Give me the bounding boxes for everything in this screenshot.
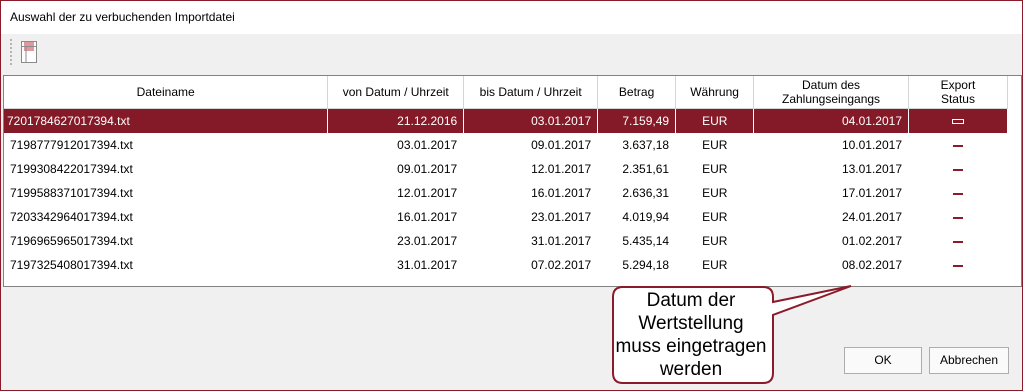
cell-dateiname: 7198777912017394.txt (10, 138, 133, 152)
cell-von-datum: 31.01.2017 (397, 258, 458, 272)
cell-von-datum: 23.01.2017 (397, 234, 458, 248)
callout-line2: Wertstellung (638, 313, 744, 334)
row-filler (1007, 205, 1020, 229)
cell-export-status (909, 157, 1008, 181)
header-export-line2: Status (940, 92, 975, 106)
export-status-icon (952, 168, 963, 171)
title-bar: Auswahl der zu verbuchenden Importdatei (1, 1, 1022, 34)
export-status-icon (951, 119, 964, 125)
cell-export-status (909, 133, 1008, 157)
table-row[interactable]: 7201784627017394.txt 21.12.2016 03.01.2017… (4, 108, 1021, 133)
export-status-icon (952, 144, 963, 147)
column-header-waehrung[interactable]: Währung (675, 76, 755, 109)
export-status-icon (952, 192, 963, 195)
column-header-zahlungseingang[interactable]: Datum des Zahlungseingangs (753, 76, 909, 109)
cell-bis-datum: 23.01.2017 (531, 210, 592, 224)
table-row[interactable]: 7199308422017394.txt 09.01.2017 12.01.2017… (4, 157, 1021, 181)
export-status-icon (952, 216, 963, 219)
column-header-bis-datum[interactable]: bis Datum / Uhrzeit (463, 76, 599, 109)
cell-waehrung: EUR (702, 138, 728, 152)
cell-betrag: 3.637,18 (622, 138, 670, 152)
row-filler (1007, 157, 1020, 181)
cell-betrag: 5.435,14 (622, 234, 670, 248)
column-header-von-datum[interactable]: von Datum / Uhrzeit (327, 76, 465, 109)
header-zahlung-line1: Datum des (802, 78, 861, 92)
export-status-icon (952, 240, 963, 243)
cell-bis-datum: 31.01.2017 (531, 234, 592, 248)
cell-bis-datum: 09.01.2017 (531, 138, 592, 152)
header-export-line1: Export (940, 78, 976, 92)
cell-waehrung: EUR (702, 162, 728, 176)
row-filler (1007, 181, 1020, 205)
callout-line1: Datum der (646, 290, 736, 311)
row-filler (1007, 133, 1020, 157)
header-zahlung-line2: Zahlungseingangs (781, 92, 881, 106)
document-list-icon[interactable] (19, 39, 39, 65)
toolbar-grip (10, 39, 12, 65)
cell-export-status (909, 253, 1008, 277)
cell-export-status (909, 205, 1008, 229)
cell-betrag: 7.159,49 (597, 108, 676, 133)
column-header-betrag[interactable]: Betrag (597, 76, 677, 109)
column-header-export-status[interactable]: Export Status (908, 76, 1008, 109)
callout-text: Datum der Wertstellung muss eingetragen … (611, 289, 771, 381)
table-row[interactable]: 7197325408017394.txt 31.01.2017 07.02.2017… (4, 253, 1021, 277)
header-filler (1007, 76, 1021, 109)
cell-waehrung: EUR (702, 210, 728, 224)
cell-von-datum: 12.01.2017 (397, 186, 458, 200)
table-header-row: Dateiname von Datum / Uhrzeit bis Datum … (4, 76, 1021, 109)
cell-von-datum: 16.01.2017 (397, 210, 458, 224)
cell-bis-datum: 16.01.2017 (531, 186, 592, 200)
cell-dateiname: 7203342964017394.txt (10, 210, 133, 224)
cell-bis-datum: 07.02.2017 (531, 258, 592, 272)
import-file-grid: Dateiname von Datum / Uhrzeit bis Datum … (3, 75, 1022, 287)
cell-export-status (909, 181, 1008, 205)
cell-zahlungseingang: 10.01.2017 (841, 138, 902, 152)
row-filler (1007, 229, 1020, 253)
import-dialog: Auswahl der zu verbuchenden Importdatei … (0, 0, 1023, 391)
export-status-icon (952, 264, 963, 267)
cell-waehrung: EUR (675, 108, 754, 133)
cell-dateiname: 7196965965017394.txt (10, 234, 133, 248)
callout-line4: werden (659, 359, 723, 380)
cell-zahlungseingang: 04.01.2017 (753, 108, 909, 133)
cell-zahlungseingang: 17.01.2017 (841, 186, 902, 200)
cell-von-datum: 03.01.2017 (397, 138, 458, 152)
table-row[interactable]: 7198777912017394.txt 03.01.2017 09.01.2017… (4, 133, 1021, 157)
dialog-title: Auswahl der zu verbuchenden Importdatei (10, 10, 235, 24)
cell-dateiname: 7197325408017394.txt (10, 258, 133, 272)
cell-bis-datum: 12.01.2017 (531, 162, 592, 176)
cell-zahlungseingang: 08.02.2017 (841, 258, 902, 272)
row-filler (1007, 253, 1020, 277)
cell-betrag: 4.019,94 (622, 210, 670, 224)
cell-von-datum: 09.01.2017 (397, 162, 458, 176)
cell-waehrung: EUR (702, 234, 728, 248)
cell-dateiname: 7199308422017394.txt (10, 162, 133, 176)
cell-waehrung: EUR (702, 258, 728, 272)
table-row[interactable]: 7199588371017394.txt 12.01.2017 16.01.2017… (4, 181, 1021, 205)
cell-betrag: 5.294,18 (622, 258, 670, 272)
table-row[interactable]: 7196965965017394.txt 23.01.2017 31.01.2017… (4, 229, 1021, 253)
ok-button[interactable]: OK (844, 347, 922, 374)
cell-export-status (909, 229, 1008, 253)
cell-betrag: 2.351,61 (622, 162, 670, 176)
cell-dateiname: 7201784627017394.txt (4, 108, 328, 133)
callout-line3: muss eingetragen (615, 336, 767, 357)
row-filler (1007, 108, 1021, 133)
cell-zahlungseingang: 24.01.2017 (841, 210, 902, 224)
cell-von-datum: 21.12.2016 (327, 108, 464, 133)
table-row[interactable]: 7203342964017394.txt 16.01.2017 23.01.2017… (4, 205, 1021, 229)
cell-zahlungseingang: 01.02.2017 (841, 234, 902, 248)
cell-export-status (908, 108, 1008, 133)
cell-dateiname: 7199588371017394.txt (10, 186, 133, 200)
cell-bis-datum: 03.01.2017 (463, 108, 598, 133)
column-header-dateiname[interactable]: Dateiname (4, 76, 329, 109)
cell-betrag: 2.636,31 (622, 186, 670, 200)
cell-zahlungseingang: 13.01.2017 (841, 162, 902, 176)
cancel-button[interactable]: Abbrechen (929, 347, 1009, 374)
import-file-table: Dateiname von Datum / Uhrzeit bis Datum … (4, 76, 1021, 277)
cell-waehrung: EUR (702, 186, 728, 200)
